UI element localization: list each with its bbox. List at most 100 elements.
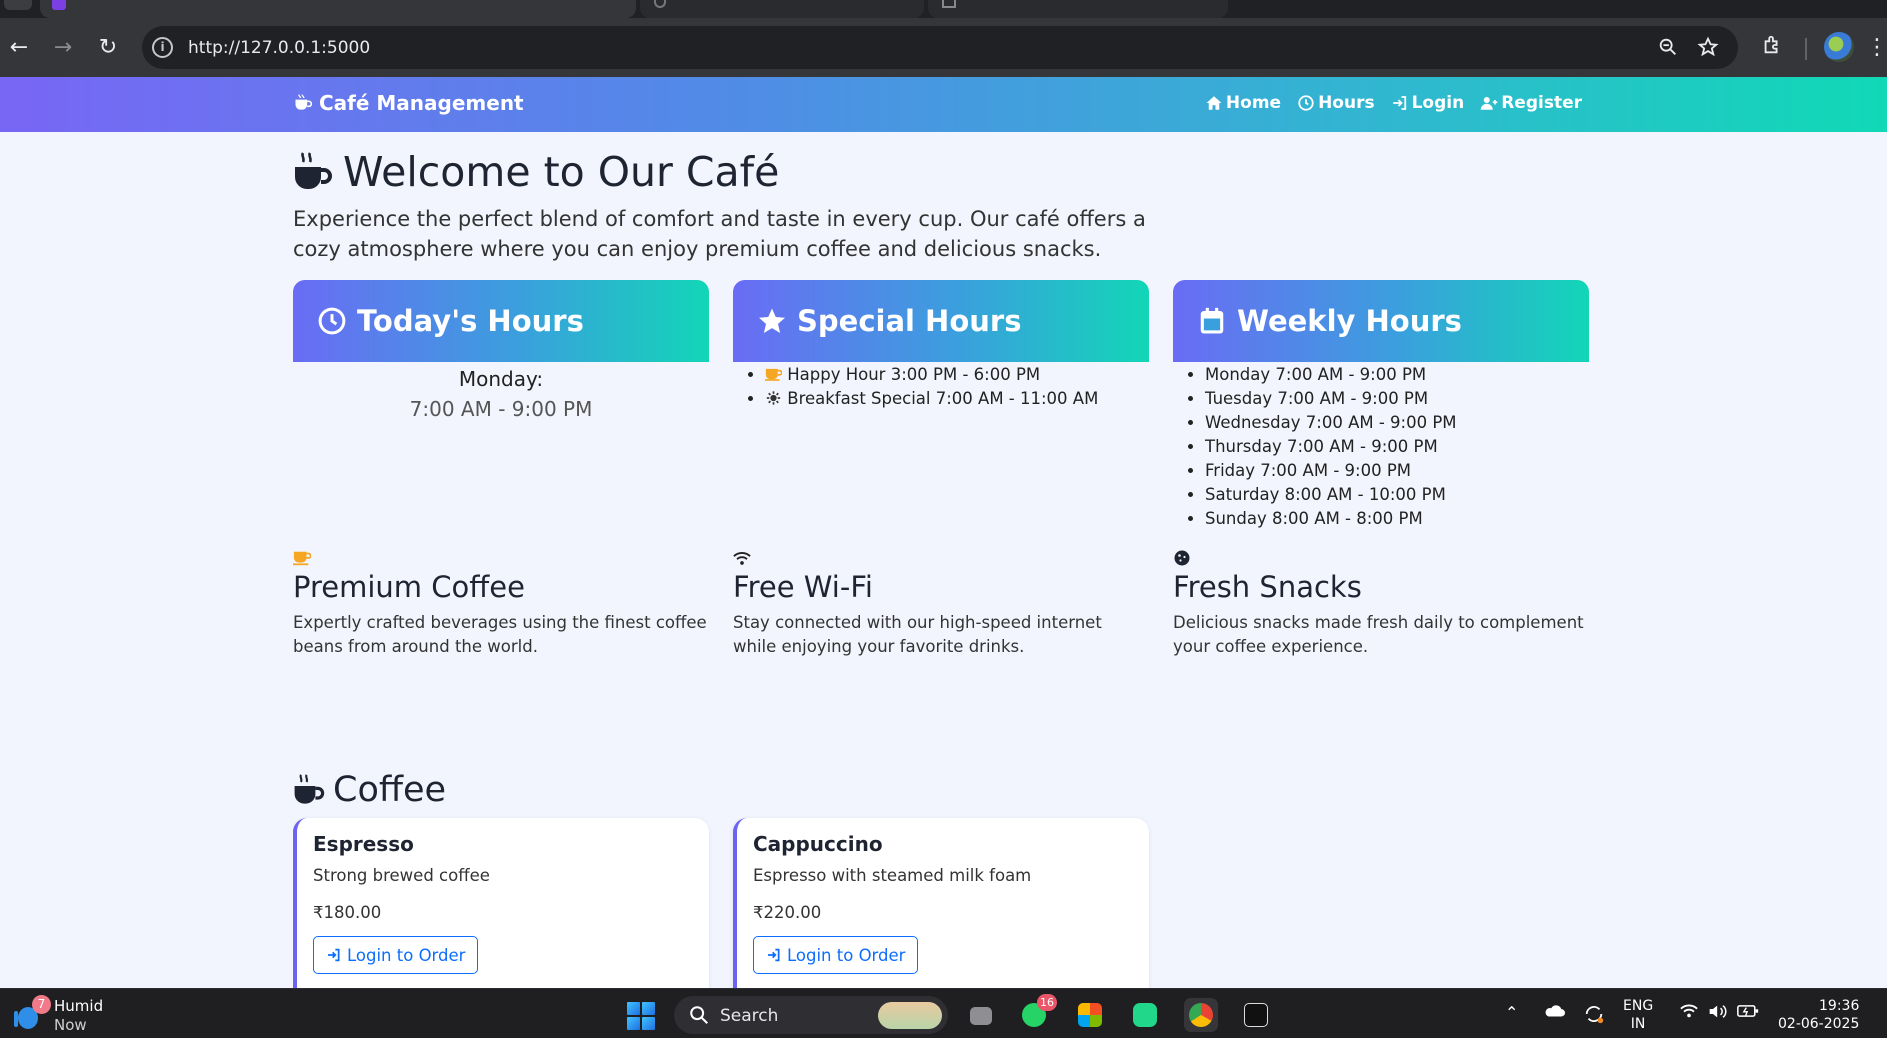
weekly-hours-list: Monday 7:00 AM - 9:00 PM Tuesday 7:00 AM… — [1173, 363, 1589, 531]
weather-subtitle: Now — [54, 1016, 87, 1034]
battery-icon[interactable] — [1737, 1003, 1759, 1022]
nav-hours-label: Hours — [1318, 93, 1375, 113]
menu-item-price: ₹180.00 — [313, 903, 382, 922]
coffee-section-title: Coffee — [333, 770, 447, 810]
browser-tab-active[interactable] — [640, 0, 924, 18]
today-time: 7:00 AM - 9:00 PM — [409, 397, 593, 421]
browser-tab[interactable] — [40, 0, 636, 18]
address-bar[interactable]: i http://127.0.0.1:5000 — [142, 26, 1738, 69]
list-item: Happy Hour 3:00 PM - 6:00 PM — [765, 363, 1149, 387]
cookie-icon — [1174, 550, 1190, 566]
feature-text: Delicious snacks made fresh daily to com… — [1173, 613, 1584, 656]
coffee-cup-icon — [294, 774, 325, 804]
language-indicator[interactable]: ENG IN — [1623, 997, 1653, 1033]
menu-item-card: Espresso Strong brewed coffee ₹180.00 Lo… — [293, 818, 709, 988]
task-view-icon[interactable] — [963, 998, 997, 1032]
whatsapp-icon[interactable]: 16 — [1017, 994, 1057, 1032]
zoom-icon[interactable] — [1656, 36, 1680, 60]
welcome-title: Welcome to Our Café — [343, 148, 780, 196]
clock-time: 19:36 — [1819, 998, 1860, 1014]
microsoft-store-icon[interactable] — [1073, 998, 1107, 1032]
special-hours-list: Happy Hour 3:00 PM - 6:00 PM Breakfast S… — [733, 363, 1149, 411]
coffee-section-heading: Coffee — [293, 770, 446, 810]
feature-title: Premium Coffee — [293, 570, 525, 604]
system-clock[interactable]: 19:36 02-06-2025 — [1778, 997, 1859, 1033]
nav-register[interactable]: Register — [1480, 93, 1582, 113]
reload-icon[interactable]: ↻ — [94, 34, 122, 62]
main-content: Welcome to Our Café Experience the perfe… — [293, 132, 1593, 988]
region-code: IN — [1630, 1016, 1646, 1032]
os-taskbar: 7 Humid Now Search 16 ⌃ ENG IN 19:36 02-… — [0, 988, 1887, 1038]
weekly-hours-header: Weekly Hours — [1173, 280, 1589, 362]
search-icon — [688, 1004, 710, 1026]
chrome-icon[interactable] — [1184, 998, 1218, 1032]
sign-in-icon — [768, 948, 780, 962]
wifi-icon[interactable] — [1680, 1003, 1698, 1022]
list-item: Monday 7:00 AM - 9:00 PM — [1205, 363, 1589, 387]
site-info-icon[interactable]: i — [152, 37, 173, 58]
taskbar-search[interactable]: Search — [674, 996, 948, 1034]
list-item: Thursday 7:00 AM - 9:00 PM — [1205, 435, 1589, 459]
clock-date: 02-06-2025 — [1778, 1016, 1860, 1032]
feature-fresh-snacks: Fresh Snacks Delicious snacks made fresh… — [1173, 550, 1589, 659]
sign-in-icon — [1392, 96, 1406, 110]
login-to-order-button[interactable]: Login to Order — [753, 936, 919, 974]
windows-start-icon[interactable] — [627, 1002, 655, 1030]
feature-text: Expertly crafted beverages using the fin… — [293, 613, 707, 656]
tab-search-button[interactable] — [4, 0, 32, 10]
whatsapp-badge: 16 — [1037, 994, 1057, 1011]
site-navbar: Café Management Home Hours Login Registe… — [0, 77, 1887, 132]
todays-hours-card: Today's Hours Monday: 7:00 AM - 9:00 PM — [293, 280, 709, 424]
app-icon[interactable] — [1239, 998, 1273, 1032]
tab-favicon-icon — [52, 0, 66, 10]
notification-badge: 7 — [32, 995, 51, 1014]
menu-item-description: Strong brewed coffee — [313, 866, 490, 885]
list-item: Sunday 8:00 AM - 8:00 PM — [1205, 507, 1589, 531]
nav-login-label: Login — [1411, 93, 1465, 113]
weekly-hours-card: Weekly Hours Monday 7:00 AM - 9:00 PM Tu… — [1173, 280, 1589, 531]
nav-login[interactable]: Login — [1391, 93, 1465, 113]
weather-text[interactable]: Humid Now — [54, 997, 103, 1035]
todays-hours-title: Today's Hours — [357, 304, 584, 338]
wifi-icon — [733, 552, 751, 565]
login-to-order-label: Login to Order — [347, 945, 466, 965]
special-hours-text: Breakfast Special 7:00 AM - 11:00 AM — [787, 389, 1099, 408]
clock-icon — [318, 307, 346, 335]
url-text[interactable]: http://127.0.0.1:5000 — [188, 38, 370, 58]
browser-tab[interactable] — [928, 0, 1228, 18]
nav-register-label: Register — [1501, 93, 1582, 113]
nav-hours[interactable]: Hours — [1297, 93, 1375, 113]
nav-links: Home Hours Login Register — [1205, 93, 1582, 113]
profile-avatar[interactable] — [1824, 32, 1854, 62]
list-item: Wednesday 7:00 AM - 9:00 PM — [1205, 411, 1589, 435]
forward-arrow-icon[interactable]: → — [49, 34, 77, 62]
sign-in-icon — [328, 948, 340, 962]
feature-title: Free Wi-Fi — [733, 570, 873, 604]
show-hidden-icons-icon[interactable]: ⌃ — [1505, 1003, 1518, 1022]
weekly-hours-title: Weekly Hours — [1237, 304, 1462, 338]
user-plus-icon — [1480, 97, 1498, 110]
nav-home[interactable]: Home — [1205, 93, 1281, 113]
extensions-icon[interactable] — [1758, 34, 1786, 62]
onedrive-icon[interactable] — [1543, 1003, 1565, 1023]
special-hours-text: Happy Hour 3:00 PM - 6:00 PM — [787, 365, 1041, 384]
volume-icon[interactable] — [1708, 1003, 1728, 1024]
special-hours-title: Special Hours — [797, 304, 1022, 338]
sync-icon[interactable] — [1583, 1003, 1605, 1029]
pycharm-icon[interactable] — [1128, 998, 1162, 1032]
bookmark-star-icon[interactable] — [1696, 36, 1720, 60]
coffee-cup-icon — [295, 94, 313, 110]
coffee-cup-icon — [295, 152, 332, 189]
login-to-order-button[interactable]: Login to Order — [313, 936, 479, 974]
weather-title: Humid — [54, 997, 104, 1015]
list-item: Breakfast Special 7:00 AM - 11:00 AM — [765, 387, 1149, 411]
back-arrow-icon[interactable]: ← — [5, 34, 33, 62]
menu-item-name: Cappuccino — [753, 832, 883, 856]
list-item: Tuesday 7:00 AM - 9:00 PM — [1205, 387, 1589, 411]
login-to-order-label: Login to Order — [787, 945, 906, 965]
browser-menu-icon[interactable]: ⋮ — [1866, 34, 1887, 62]
tab-favicon-icon — [942, 0, 956, 8]
weather-widget[interactable]: 7 — [12, 995, 51, 1031]
brand-link[interactable]: Café Management — [293, 91, 524, 115]
nav-home-label: Home — [1225, 93, 1282, 113]
